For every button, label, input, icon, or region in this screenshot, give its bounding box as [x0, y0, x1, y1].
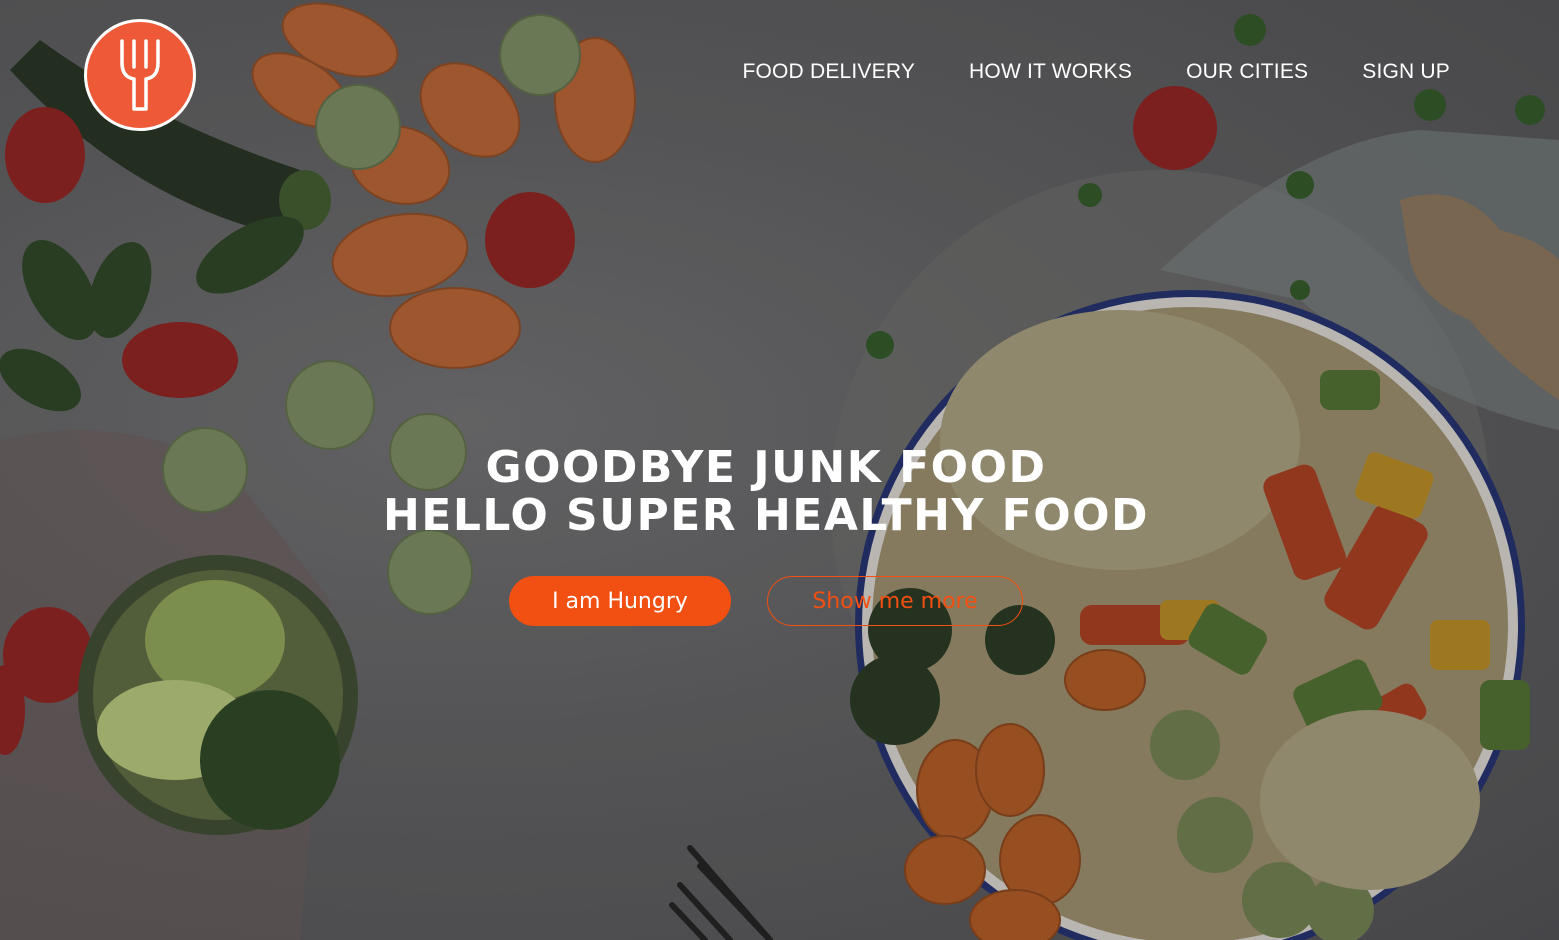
- nav-our-cities[interactable]: OUR CITIES: [1186, 58, 1308, 86]
- headline-line-2: HELLO SUPER HEALTHY FOOD: [382, 490, 1150, 541]
- show-me-more-button[interactable]: Show me more: [767, 576, 1023, 626]
- fork-icon: [120, 39, 160, 111]
- i-am-hungry-button[interactable]: I am Hungry: [509, 576, 731, 626]
- nav-sign-up[interactable]: SIGN UP: [1362, 58, 1450, 86]
- nav-food-delivery[interactable]: FOOD DELIVERY: [742, 58, 915, 86]
- headline-line-1: GOODBYE JUNK FOOD: [485, 442, 1047, 493]
- main-nav: FOOD DELIVERY HOW IT WORKS OUR CITIES SI…: [742, 58, 1450, 86]
- hero-headline: GOODBYE JUNK FOOD HELLO SUPER HEALTHY FO…: [0, 444, 1532, 540]
- nav-how-it-works[interactable]: HOW IT WORKS: [969, 58, 1132, 86]
- logo[interactable]: [84, 19, 196, 131]
